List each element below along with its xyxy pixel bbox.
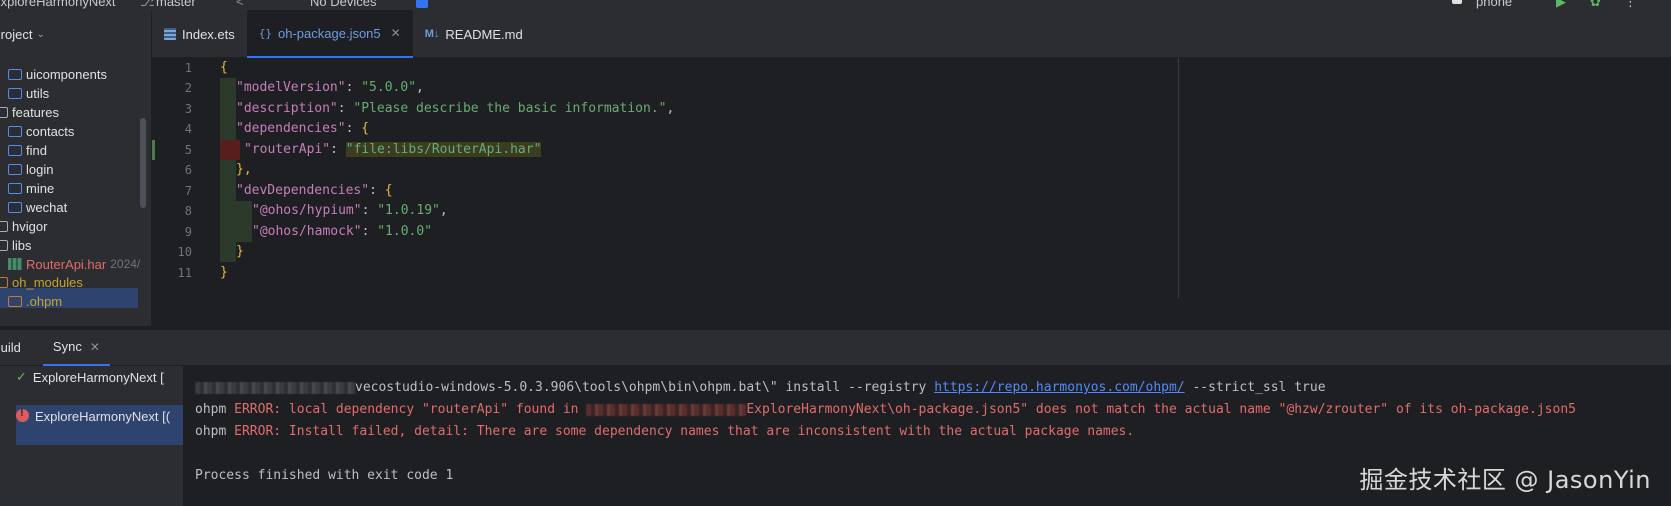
tree-item-login[interactable]: login bbox=[8, 159, 53, 179]
json-file-icon: {} bbox=[258, 26, 273, 40]
line-number: 6 bbox=[184, 163, 192, 177]
project-panel: Project ⌄ uicomponents utils features co… bbox=[0, 10, 152, 326]
folder-icon bbox=[0, 106, 8, 118]
right-margin-guide bbox=[1178, 58, 1179, 298]
console-line-5: Process finished with exit code 1 bbox=[195, 468, 454, 483]
redacted-path bbox=[195, 381, 355, 394]
check-icon: ✓ bbox=[16, 369, 27, 384]
redacted-path bbox=[586, 403, 747, 416]
tree-item-hvigor[interactable]: hvigor bbox=[0, 216, 47, 236]
tab-sync[interactable]: Sync ✕ bbox=[42, 330, 110, 366]
code-line-7: "devDependencies": { bbox=[236, 183, 393, 198]
module-folder-icon bbox=[8, 125, 22, 137]
module-folder-icon bbox=[8, 87, 22, 99]
folder-icon bbox=[0, 276, 8, 288]
module-folder-icon bbox=[8, 182, 22, 194]
tree-item-mine[interactable]: mine bbox=[8, 178, 54, 198]
module-folder-icon bbox=[8, 163, 22, 175]
console-line-1: vecostudio-windows-5.0.3.906\tools\ohpm\… bbox=[195, 378, 1326, 398]
line-number: 8 bbox=[184, 204, 192, 218]
watermark: 掘金技术社区 @ JasonYin bbox=[1359, 466, 1651, 494]
project-panel-title: Project bbox=[0, 26, 33, 42]
project-name[interactable]: ExploreHarmonyNext bbox=[0, 0, 116, 9]
phone-icon bbox=[1452, 0, 1462, 4]
archive-file-icon bbox=[8, 258, 22, 270]
line-number: 5 bbox=[184, 143, 192, 157]
code-line-8: "@ohos/hypium": "1.0.19", bbox=[252, 203, 448, 218]
indent-guide bbox=[236, 201, 252, 242]
tree-item-contacts[interactable]: contacts bbox=[8, 121, 74, 141]
tab-readme-md[interactable]: M↓ README.md bbox=[413, 10, 535, 58]
tree-item-find[interactable]: find bbox=[8, 140, 47, 160]
project-scrollbar[interactable] bbox=[140, 118, 146, 208]
run-icon[interactable]: ▶ bbox=[1556, 0, 1566, 10]
sync-item-success[interactable]: ✓ ExploreHarmonyNext [ bbox=[16, 366, 164, 388]
code-editor[interactable]: 1 2 3 4 5 6 7 8 9 10 11 { "modelVersion"… bbox=[152, 58, 1671, 326]
tab-index-ets[interactable]: Index.ets bbox=[152, 10, 247, 58]
code-line-10: } bbox=[236, 244, 244, 259]
indent-guide bbox=[220, 78, 236, 262]
folder-icon bbox=[0, 220, 8, 232]
line-number: 7 bbox=[184, 184, 192, 198]
project-panel-header[interactable]: Project ⌄ bbox=[0, 10, 151, 48]
tree-item-wechat[interactable]: wechat bbox=[8, 197, 67, 217]
module-folder-icon bbox=[8, 144, 22, 156]
registry-link[interactable]: https://repo.harmonyos.com/ohpm/ bbox=[934, 380, 1184, 395]
error-icon bbox=[16, 407, 29, 422]
tree-item-oh-modules[interactable]: oh_modules bbox=[0, 272, 83, 292]
tree-item-features[interactable]: features bbox=[0, 102, 59, 122]
device-status[interactable]: No Devices bbox=[310, 0, 376, 9]
file-date: 2024/ bbox=[110, 257, 141, 271]
code-line-1: { bbox=[220, 60, 228, 75]
line-number: 2 bbox=[184, 81, 192, 95]
folder-icon bbox=[8, 295, 22, 307]
console-line-2: ohpm ERROR: local dependency "routerApi"… bbox=[195, 402, 1576, 417]
console-line-3: ohpm ERROR: Install failed, detail: Ther… bbox=[195, 424, 1135, 439]
branch-name[interactable]: master bbox=[156, 0, 196, 9]
error-highlight bbox=[220, 140, 240, 160]
device-selector[interactable]: phone bbox=[1476, 0, 1512, 9]
tree-item-ohpm[interactable]: .ohpm bbox=[8, 291, 62, 311]
code-line-3: "description": "Please describe the basi… bbox=[236, 101, 675, 116]
markdown-file-icon: M↓ bbox=[424, 28, 440, 40]
tree-item-uicomponents[interactable]: uicomponents bbox=[8, 64, 107, 84]
line-number: 9 bbox=[184, 225, 192, 239]
change-marker bbox=[152, 140, 155, 160]
code-line-4: "dependencies": { bbox=[236, 121, 370, 136]
module-folder-icon bbox=[8, 68, 22, 80]
sync-item-error[interactable]: ExploreHarmonyNext [( bbox=[16, 405, 183, 445]
line-number: 3 bbox=[184, 102, 192, 116]
tab-oh-package-json5[interactable]: {} oh-package.json5 ✕ bbox=[246, 10, 413, 58]
editor-tabs: Index.ets {} oh-package.json5 ✕ M↓ READM… bbox=[152, 10, 1671, 58]
branch-icon: ⎇ bbox=[140, 0, 155, 9]
tree-item-routerapi-har[interactable]: RouterApi.har 2024/ bbox=[8, 254, 140, 274]
title-bar: ExploreHarmonyNext ⎇ master < No Devices… bbox=[0, 0, 1671, 10]
code-line-2: "modelVersion": "5.0.0", bbox=[236, 80, 424, 95]
more-icon[interactable]: ⋮ bbox=[1624, 0, 1637, 10]
line-number: 11 bbox=[177, 266, 192, 280]
tab-build[interactable]: Build bbox=[0, 330, 31, 366]
build-tool-window-tabs: Build Sync ✕ bbox=[0, 330, 1671, 366]
line-gutter: 1 2 3 4 5 6 7 8 9 10 11 bbox=[152, 58, 214, 298]
code-line-5: "routerApi": "file:libs/RouterApi.har" bbox=[244, 142, 542, 157]
debug-icon[interactable]: ✿ bbox=[1590, 0, 1601, 10]
close-icon[interactable]: ✕ bbox=[90, 340, 100, 354]
close-icon[interactable]: ✕ bbox=[391, 26, 401, 40]
line-number: 1 bbox=[184, 61, 192, 75]
line-number: 10 bbox=[177, 245, 192, 259]
tree-item-utils[interactable]: utils bbox=[8, 83, 49, 103]
tree-item-libs[interactable]: libs bbox=[0, 235, 32, 255]
chevron-left-icon[interactable]: < bbox=[236, 0, 244, 9]
chevron-down-icon[interactable]: ⌄ bbox=[36, 29, 44, 40]
code-line-6: }, bbox=[236, 162, 252, 177]
module-folder-icon bbox=[8, 201, 22, 213]
code-line-11: } bbox=[220, 265, 228, 280]
line-number: 4 bbox=[184, 122, 192, 136]
ets-file-icon bbox=[164, 28, 176, 40]
device-icon bbox=[416, 0, 428, 8]
folder-icon bbox=[0, 239, 8, 251]
sync-tree: ✓ ExploreHarmonyNext [ ExploreHarmonyNex… bbox=[0, 366, 184, 506]
code-line-9: "@ohos/hamock": "1.0.0" bbox=[252, 224, 433, 239]
